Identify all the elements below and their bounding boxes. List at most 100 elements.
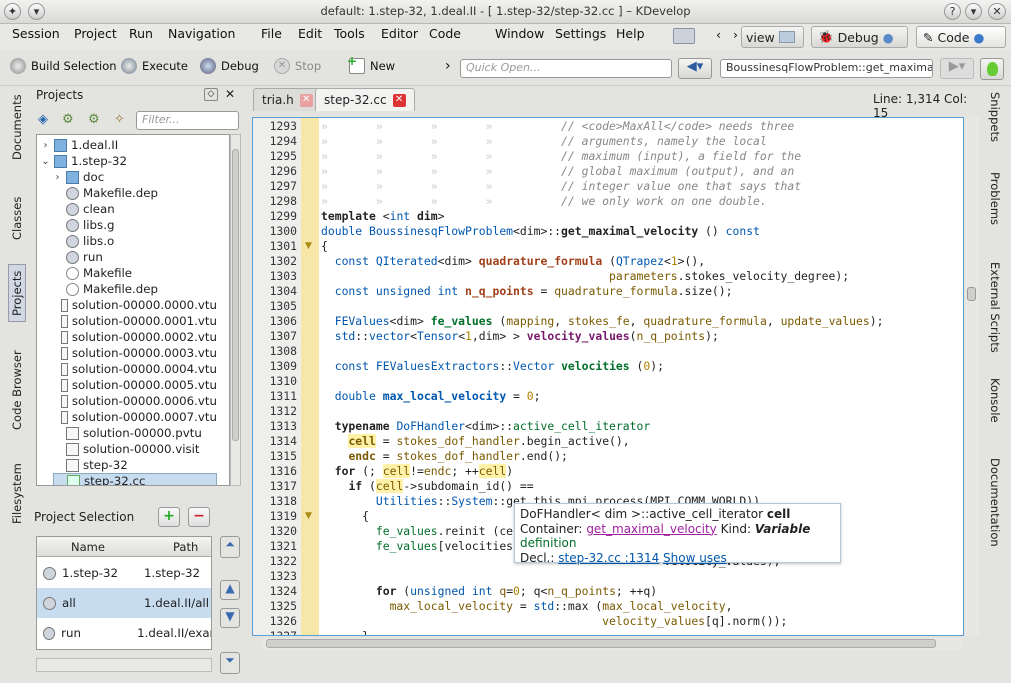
code-line[interactable]: » » » » // global maximum (output), and … bbox=[321, 164, 794, 179]
toolbar-overflow-button[interactable]: › bbox=[445, 58, 451, 74]
code-line[interactable]: for (; cell!=endc; ++cell) bbox=[321, 464, 513, 479]
code-line[interactable]: template <int dim> bbox=[321, 209, 444, 224]
tree-item[interactable]: libs.o bbox=[53, 233, 217, 249]
move-bottom-button[interactable]: ⏷ bbox=[220, 652, 240, 674]
menu-file[interactable]: File bbox=[261, 26, 282, 41]
editor-hscrollbar[interactable] bbox=[262, 638, 962, 650]
tree-item[interactable]: solution-00000.visit bbox=[53, 441, 217, 457]
table-hscrollbar[interactable] bbox=[36, 658, 212, 672]
menu-navigation[interactable]: Navigation bbox=[168, 26, 235, 41]
remove-target-button[interactable]: − bbox=[188, 507, 210, 527]
tree-item[interactable]: libs.g bbox=[53, 217, 217, 233]
tab-classes[interactable]: Classes bbox=[8, 188, 26, 248]
panel-close-icon[interactable]: ✕ bbox=[225, 87, 235, 101]
menu-project[interactable]: Project bbox=[74, 26, 117, 41]
tab-tria-h[interactable]: tria.h ✕ bbox=[253, 88, 322, 111]
close-tab-icon[interactable]: ✕ bbox=[299, 93, 313, 107]
tab-konsole[interactable]: Konsole bbox=[986, 378, 1004, 448]
table-row[interactable]: run 1.deal.II/exan bbox=[37, 618, 211, 648]
tree-item[interactable]: solution-00000.0002.vtu bbox=[53, 329, 217, 345]
code-line[interactable]: » » » » // <code>MaxAll</code> needs thr… bbox=[321, 119, 794, 134]
panel-float-icon[interactable]: ◇ bbox=[204, 88, 218, 101]
code-line[interactable]: velocity_values[q].norm()); bbox=[321, 614, 787, 629]
stop-button[interactable]: ✕ Stop bbox=[274, 58, 321, 74]
code-line[interactable]: for (unsigned int q=0; q<n_q_points; ++q… bbox=[321, 584, 657, 599]
tree-item[interactable]: solution-00000.0004.vtu bbox=[53, 361, 217, 377]
code-line[interactable]: parameters.stokes_velocity_degree); bbox=[321, 269, 849, 284]
tree-item[interactable]: Makefile bbox=[53, 265, 217, 281]
build-selection-button[interactable]: Build Selection bbox=[10, 58, 117, 74]
column-name[interactable]: Name bbox=[71, 540, 105, 554]
tree-item[interactable]: solution-00000.0006.vtu bbox=[53, 393, 217, 409]
code-line[interactable]: fe_values[velocities bbox=[321, 539, 513, 554]
context-browser-input[interactable]: BoussinesqFlowProblem::get_maximal_velo bbox=[720, 59, 933, 78]
project-filter-input[interactable]: Filter... bbox=[136, 111, 239, 130]
menu-help[interactable]: Help bbox=[616, 26, 645, 41]
tree-item[interactable]: step-32 bbox=[53, 457, 217, 473]
code-line[interactable]: { bbox=[321, 509, 369, 524]
menu-tools[interactable]: Tools bbox=[334, 26, 365, 41]
table-row[interactable]: all 1.deal.II/all bbox=[37, 588, 211, 618]
tree-item[interactable]: solution-00000.0003.vtu bbox=[53, 345, 217, 361]
add-target-button[interactable]: + bbox=[158, 507, 180, 527]
help-icon[interactable]: ? bbox=[944, 3, 961, 20]
code-line[interactable]: endc = stokes_dof_handler.end(); bbox=[321, 449, 567, 464]
bulb-icon[interactable] bbox=[980, 58, 1004, 80]
tooltip-container-link[interactable]: get_maximal_velocity bbox=[586, 522, 716, 536]
code-line[interactable]: cell = stokes_dof_handler.begin_active()… bbox=[321, 434, 630, 449]
code-line[interactable]: std::vector<Tensor<1,dim> > velocity_val… bbox=[321, 329, 719, 344]
tab-step-32-cc[interactable]: step-32.cc ✕ bbox=[315, 88, 415, 111]
build-project-icon[interactable]: ⚙ bbox=[62, 112, 74, 127]
tree-item[interactable]: ⌄ 1.step-32 bbox=[41, 153, 217, 169]
code-line[interactable]: const QIterated<dim> quadrature_formula … bbox=[321, 254, 705, 269]
fold-toggle-icon[interactable]: ▼ bbox=[305, 511, 312, 521]
perspective-review[interactable]: view bbox=[741, 26, 804, 48]
menu-editor[interactable]: Editor bbox=[381, 26, 418, 41]
tree-item[interactable]: solution-00000.0007.vtu bbox=[53, 409, 217, 425]
menu-settings[interactable]: Settings bbox=[555, 26, 606, 41]
move-top-button[interactable]: ⏶ bbox=[220, 536, 240, 558]
tree-item[interactable]: solution-00000.0005.vtu bbox=[53, 377, 217, 393]
fold-marker-column[interactable] bbox=[301, 118, 319, 635]
quick-open-input[interactable]: Quick Open... bbox=[460, 59, 672, 78]
tree-item[interactable]: run bbox=[53, 249, 217, 265]
tree-item[interactable]: solution-00000.pvtu bbox=[53, 425, 217, 441]
expander-icon[interactable]: › bbox=[41, 140, 50, 151]
debug-button[interactable]: Debug bbox=[200, 58, 259, 74]
code-line[interactable]: double max_local_velocity = 0; bbox=[321, 389, 541, 404]
perspective-debug[interactable]: 🐞 Debug ● bbox=[811, 26, 908, 48]
tooltip-decl-link[interactable]: step-32.cc :1314 bbox=[558, 551, 659, 565]
tooltip-show-uses-link[interactable]: Show uses bbox=[663, 551, 727, 565]
perspective-next[interactable]: › bbox=[733, 27, 738, 42]
code-line[interactable]: { bbox=[321, 239, 328, 254]
code-line[interactable]: » » » » // maximum (input), a field for … bbox=[321, 149, 801, 164]
back-button[interactable]: ◀▾ bbox=[678, 58, 712, 79]
code-line[interactable]: const FEValuesExtractors::Vector velocit… bbox=[321, 359, 664, 374]
code-line[interactable]: » » » » // integer value one that says t… bbox=[321, 179, 801, 194]
forward-button[interactable]: ▶▾ bbox=[940, 58, 974, 79]
tab-documents[interactable]: Documents bbox=[8, 92, 26, 162]
perspective-prev[interactable]: ‹ bbox=[716, 27, 721, 42]
move-down-button[interactable]: ▼ bbox=[220, 608, 240, 628]
table-row[interactable]: 1.step-32 1.step-32 bbox=[37, 558, 211, 588]
new-button[interactable]: + New bbox=[347, 54, 395, 74]
menu-window[interactable]: Window bbox=[495, 26, 544, 41]
tree-item[interactable]: Makefile.dep bbox=[53, 281, 217, 297]
code-line[interactable]: » » » » // we only work on one double. bbox=[321, 194, 767, 209]
code-line[interactable]: const unsigned int n_q_points = quadratu… bbox=[321, 284, 733, 299]
editor-vscrollbar[interactable] bbox=[965, 117, 979, 636]
code-line[interactable]: FEValues<dim> fe_values (mapping, stokes… bbox=[321, 314, 884, 329]
column-path[interactable]: Path bbox=[173, 540, 198, 554]
perspective-code[interactable]: ✎ Code ● bbox=[916, 26, 1006, 48]
code-line[interactable]: typename DoFHandler<dim>::active_cell_it… bbox=[321, 419, 650, 434]
move-up-button[interactable]: ▲ bbox=[220, 580, 240, 600]
menu-code[interactable]: Code bbox=[429, 26, 461, 41]
install-icon[interactable]: ⚙ bbox=[88, 112, 100, 127]
tab-snippets[interactable]: Snippets bbox=[986, 92, 1004, 160]
minimize-icon[interactable]: ▾ bbox=[965, 3, 982, 20]
execute-button[interactable]: Execute bbox=[121, 58, 188, 74]
fold-toggle-icon[interactable]: ▼ bbox=[305, 241, 312, 251]
tab-filesystem[interactable]: Filesystem bbox=[8, 462, 26, 526]
tree-item[interactable]: step-32.cc bbox=[53, 473, 217, 485]
tree-item[interactable]: clean bbox=[53, 201, 217, 217]
